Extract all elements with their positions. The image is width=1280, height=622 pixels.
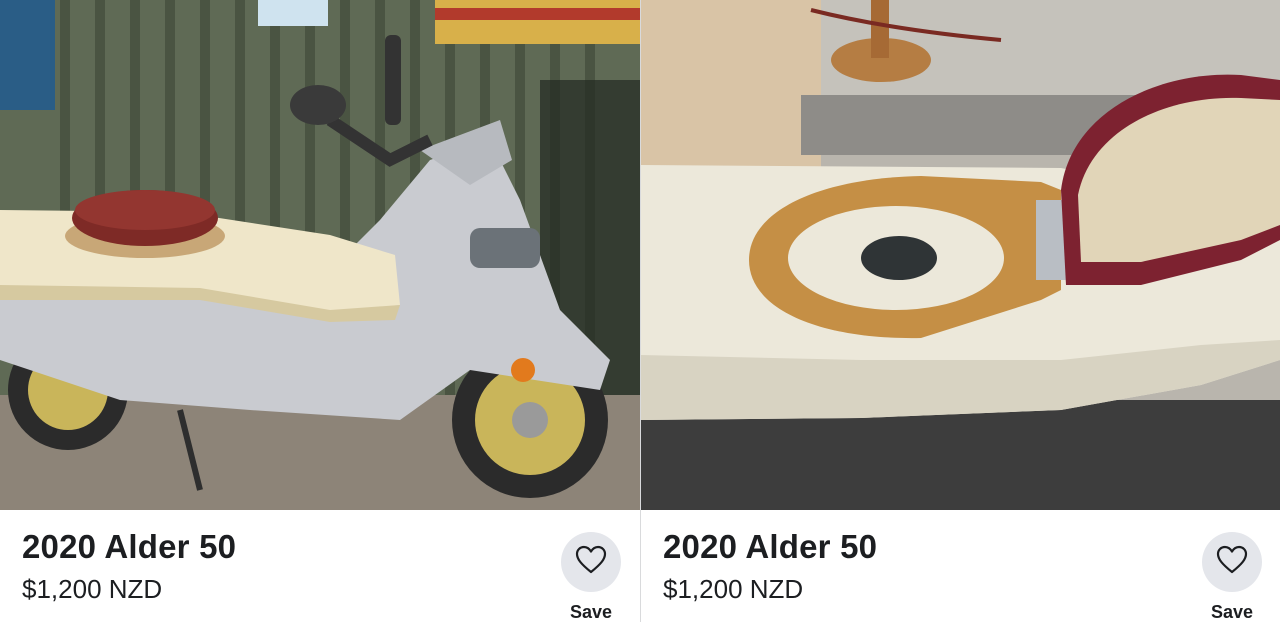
listing-price: $1,200 NZD	[22, 574, 163, 604]
listing-card[interactable]: 2020 Alder 50 $1,200 NZD Save	[641, 0, 1280, 622]
listing-title[interactable]: 2020 Alder 50	[22, 528, 236, 566]
listing-card[interactable]: 2020 Alder 50 $1,200 NZD Save	[0, 0, 640, 622]
save-label[interactable]: Save	[551, 602, 631, 622]
listing-photo[interactable]	[641, 0, 1280, 510]
scooter-photo-illustration	[0, 0, 640, 510]
save-button[interactable]	[1202, 532, 1262, 592]
save-button[interactable]	[561, 532, 621, 592]
save-label[interactable]: Save	[1192, 602, 1272, 622]
heart-icon	[1216, 545, 1248, 580]
heart-icon	[575, 545, 607, 580]
listing-price: $1,200 NZD	[663, 574, 804, 604]
listing-title[interactable]: 2020 Alder 50	[663, 528, 877, 566]
listing-photo[interactable]	[0, 0, 640, 510]
toilet-seat-photo-illustration	[641, 0, 1280, 510]
